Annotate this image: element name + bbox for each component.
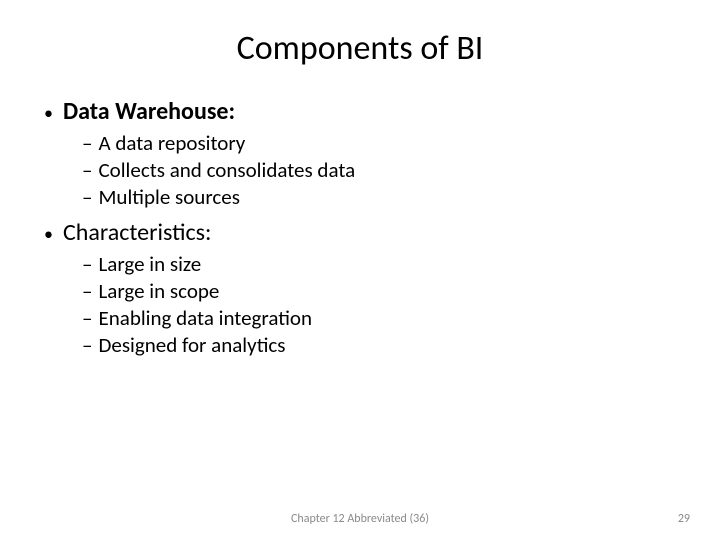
bullet-level1: • Data Warehouse: [44, 97, 680, 126]
dash-icon: – [82, 278, 92, 304]
bullet-dot-icon: • [44, 222, 53, 247]
bullet-level2: – Enabling data integration [82, 305, 680, 331]
dash-icon: – [82, 157, 92, 183]
bullet-level2: – Multiple sources [82, 184, 680, 210]
bullet-text: Characteristics: [63, 218, 211, 247]
bullet-level2: – Collects and consolidates data [82, 157, 680, 183]
dash-icon: – [82, 184, 92, 210]
bullet-level2: – Designed for analytics [82, 332, 680, 358]
bullet-level1: • Characteristics: [44, 218, 680, 247]
bullet-level2: – Large in size [82, 251, 680, 277]
bullet-dot-icon: • [44, 101, 53, 126]
dash-icon: – [82, 305, 92, 331]
slide-title: Components of BI [40, 28, 680, 69]
sub-bullet-text: Multiple sources [98, 184, 239, 210]
sub-bullet-text: Large in scope [98, 278, 219, 304]
bullet-level2: – Large in scope [82, 278, 680, 304]
footer-text: Chapter 12 Abbreviated (36) [0, 512, 720, 526]
sub-bullet-text: A data repository [98, 130, 245, 156]
slide: Components of BI • Data Warehouse: – A d… [0, 0, 720, 540]
dash-icon: – [82, 251, 92, 277]
sub-bullet-text: Large in size [98, 251, 201, 277]
slide-content: • Data Warehouse: – A data repository – … [40, 97, 680, 358]
dash-icon: – [82, 130, 92, 156]
bullet-text: Data Warehouse: [63, 97, 235, 126]
dash-icon: – [82, 332, 92, 358]
sub-bullet-text: Enabling data integration [98, 305, 312, 331]
sub-bullet-text: Designed for analytics [98, 332, 285, 358]
sub-bullet-text: Collects and consolidates data [98, 157, 355, 183]
page-number: 29 [678, 512, 690, 526]
bullet-level2: – A data repository [82, 130, 680, 156]
